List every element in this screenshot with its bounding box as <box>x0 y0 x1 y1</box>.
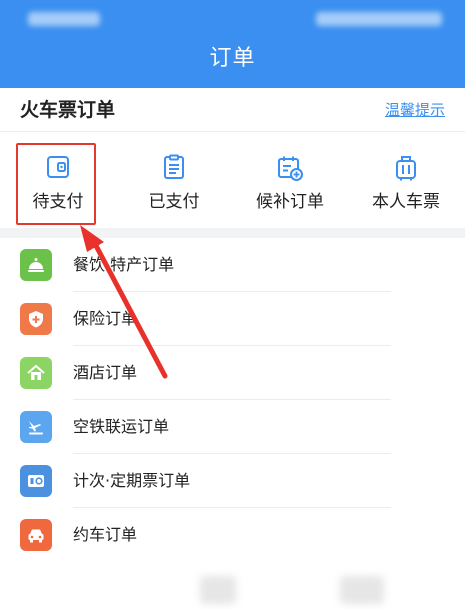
page: 订单 火车票订单 温馨提示 待支付 已支付 候补订单 本人车票 餐饮·特产订单 … <box>0 0 465 609</box>
annotation-arrow <box>80 225 168 379</box>
